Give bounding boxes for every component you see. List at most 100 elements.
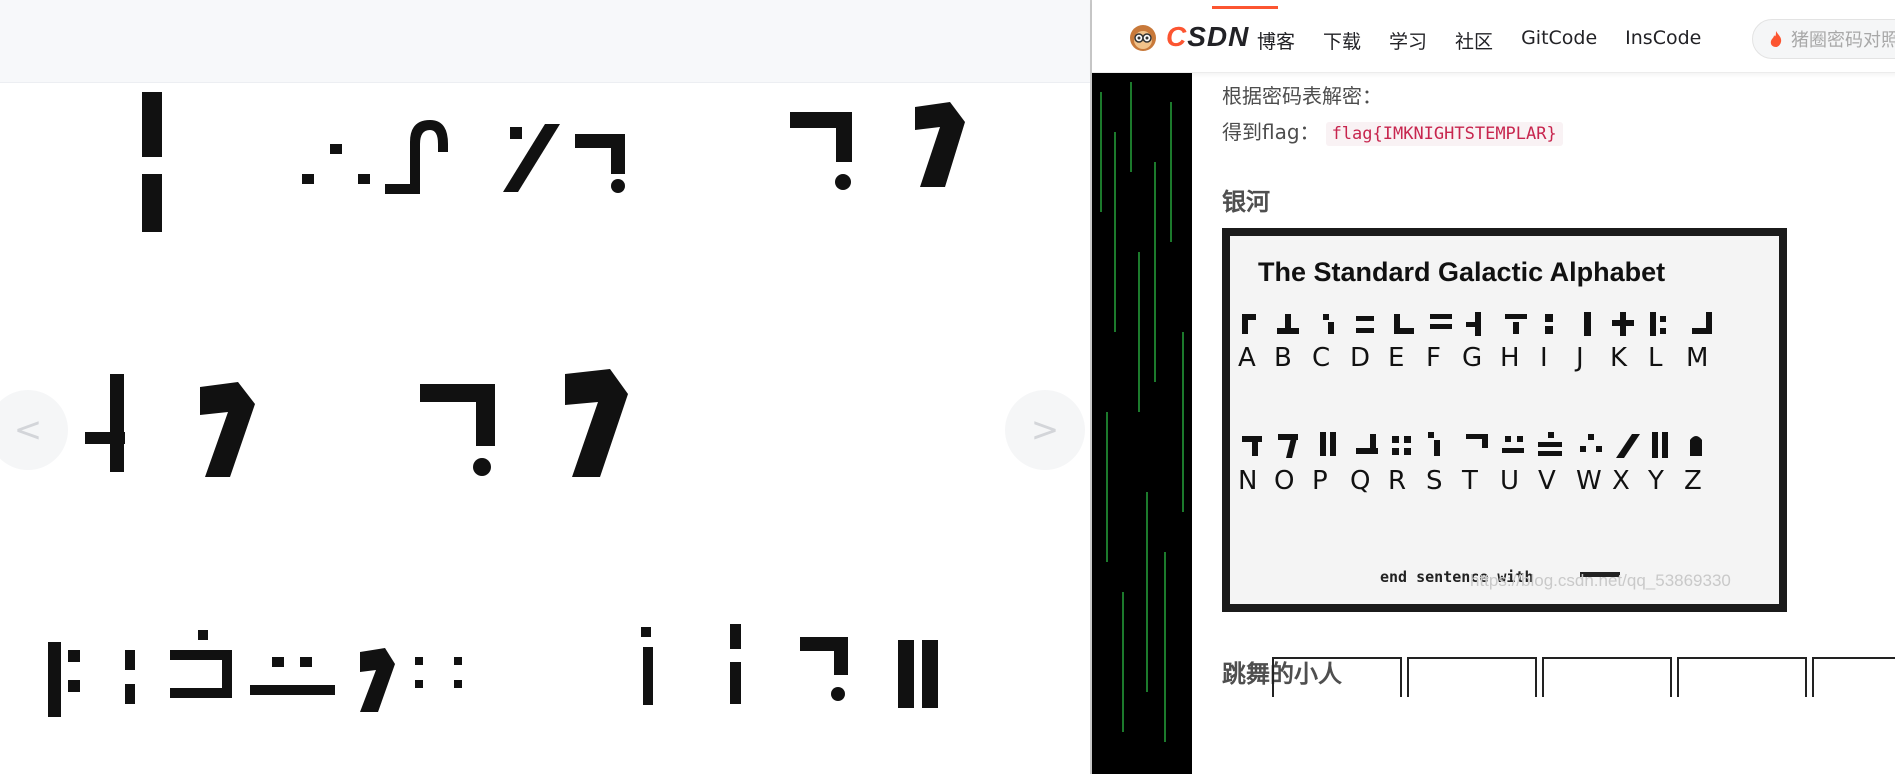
glyph <box>643 647 653 705</box>
glyph <box>898 640 914 708</box>
glyph <box>272 657 284 667</box>
glyph <box>142 174 162 232</box>
glyph <box>125 684 135 704</box>
svg-text:O: O <box>1274 466 1294 496</box>
glyph <box>125 650 135 670</box>
glyph <box>476 384 495 446</box>
svg-text:R: R <box>1388 466 1406 496</box>
nav-download[interactable]: 下载 <box>1323 27 1361 54</box>
svg-text:U: U <box>1500 466 1519 496</box>
glyph <box>300 657 312 667</box>
csdn-logo[interactable]: CSDN <box>1126 21 1250 52</box>
image-viewer: < > <box>0 0 1090 774</box>
active-nav-indicator <box>1212 6 1278 9</box>
frame <box>1407 657 1537 697</box>
glyph <box>834 637 848 675</box>
svg-text:Z: Z <box>1684 466 1702 496</box>
galactic-alphabet-inner: The Standard Galactic Alphabet A B C D E… <box>1230 236 1779 604</box>
galactic-alphabet-image: The Standard Galactic Alphabet A B C D E… <box>1222 228 1787 612</box>
logo-text: CSDN <box>1166 21 1250 52</box>
svg-text:X: X <box>1612 466 1630 496</box>
svg-text:V: V <box>1538 466 1556 496</box>
svg-text:K: K <box>1610 343 1628 373</box>
matrix-background <box>1092 72 1192 774</box>
glyph <box>831 687 845 701</box>
svg-text:T: T <box>1461 466 1478 496</box>
flame-icon <box>1770 31 1782 47</box>
galactic-cipher-image <box>48 92 965 717</box>
glyph <box>48 642 61 717</box>
svg-text:S: S <box>1426 466 1443 496</box>
glyph <box>415 657 423 665</box>
glyph <box>330 144 342 154</box>
glyph <box>358 174 370 184</box>
viewer-top-bar <box>0 0 1090 83</box>
flag-label: 得到flag： <box>1222 120 1320 144</box>
svg-text:H: H <box>1500 343 1520 373</box>
row1-symbols <box>1242 312 1712 336</box>
nav-gitcode[interactable]: GitCode <box>1521 27 1597 54</box>
glyph <box>915 102 965 187</box>
glyph <box>200 382 255 477</box>
csdn-article-panel: CSDN 博客 下载 学习 社区 GitCode InsCode 猪圈密码对照表… <box>1090 0 1895 774</box>
glyph <box>836 112 852 162</box>
flag-code: flag{IMKNIGHTSTEMPLAR} <box>1325 122 1563 146</box>
glyph <box>142 92 162 157</box>
alphabet-title: The Standard Galactic Alphabet <box>1258 257 1665 287</box>
decrypt-hint-line: 根据密码表解密： <box>1222 84 1382 108</box>
image-watermark: https://blog.csdn.net/qq_53869330 <box>1470 571 1731 590</box>
svg-text:P: P <box>1312 466 1328 496</box>
glyph <box>385 120 448 194</box>
glyph <box>510 127 522 139</box>
glyph <box>611 134 625 174</box>
row2-symbols <box>1242 432 1702 458</box>
svg-text:D: D <box>1350 343 1370 373</box>
svg-text:F: F <box>1426 343 1441 373</box>
svg-text:J: J <box>1574 343 1584 373</box>
search-input[interactable]: 猪圈密码对照表 <box>1752 19 1895 59</box>
glyph <box>170 650 230 660</box>
glyph <box>454 657 462 665</box>
glyph <box>68 680 80 692</box>
svg-text:A: A <box>1238 343 1256 373</box>
next-image-button[interactable]: > <box>1005 390 1085 470</box>
glyph <box>922 640 938 708</box>
svg-text:N: N <box>1238 466 1257 496</box>
svg-text:E: E <box>1388 343 1404 373</box>
glyph <box>68 650 80 662</box>
nav-community[interactable]: 社区 <box>1455 27 1493 54</box>
glyph <box>250 685 335 695</box>
glyph <box>565 369 628 477</box>
glyph <box>730 624 741 649</box>
svg-text:Y: Y <box>1647 466 1664 496</box>
matrix-rain-decoration <box>1100 82 1184 742</box>
glyph <box>170 688 232 698</box>
svg-text:G: G <box>1462 343 1482 373</box>
galactic-alphabet-chart: The Standard Galactic Alphabet A B C D E… <box>1238 257 1731 590</box>
svg-text:Q: Q <box>1350 466 1370 496</box>
glyph <box>454 680 462 688</box>
frame <box>1677 657 1807 697</box>
svg-text:C: C <box>1312 343 1330 373</box>
glyph <box>835 174 851 190</box>
row1-letters: A B C D E F G H I J K L M <box>1238 343 1708 373</box>
glyph <box>415 680 423 688</box>
glyph <box>730 662 741 704</box>
svg-text:M: M <box>1686 343 1708 373</box>
nav-learn[interactable]: 学习 <box>1389 27 1427 54</box>
svg-text:B: B <box>1274 343 1292 373</box>
svg-text:L: L <box>1648 343 1663 373</box>
monkey-logo-icon <box>1130 25 1156 51</box>
row2-letters: N O P Q R S T U V W X Y Z <box>1238 466 1702 496</box>
nav-blog[interactable]: 博客 <box>1257 27 1295 54</box>
heading-galaxy: 银河 <box>1222 188 1270 216</box>
glyph <box>110 374 124 472</box>
svg-text:I: I <box>1540 343 1548 373</box>
search-placeholder: 猪圈密码对照表 <box>1791 30 1895 51</box>
glyph <box>641 627 651 637</box>
glyph <box>85 432 125 444</box>
nav-inscode[interactable]: InsCode <box>1625 27 1701 54</box>
glyph <box>302 174 314 184</box>
main-nav: 博客 下载 学习 社区 GitCode InsCode <box>1257 27 1701 54</box>
frame <box>1542 657 1672 697</box>
